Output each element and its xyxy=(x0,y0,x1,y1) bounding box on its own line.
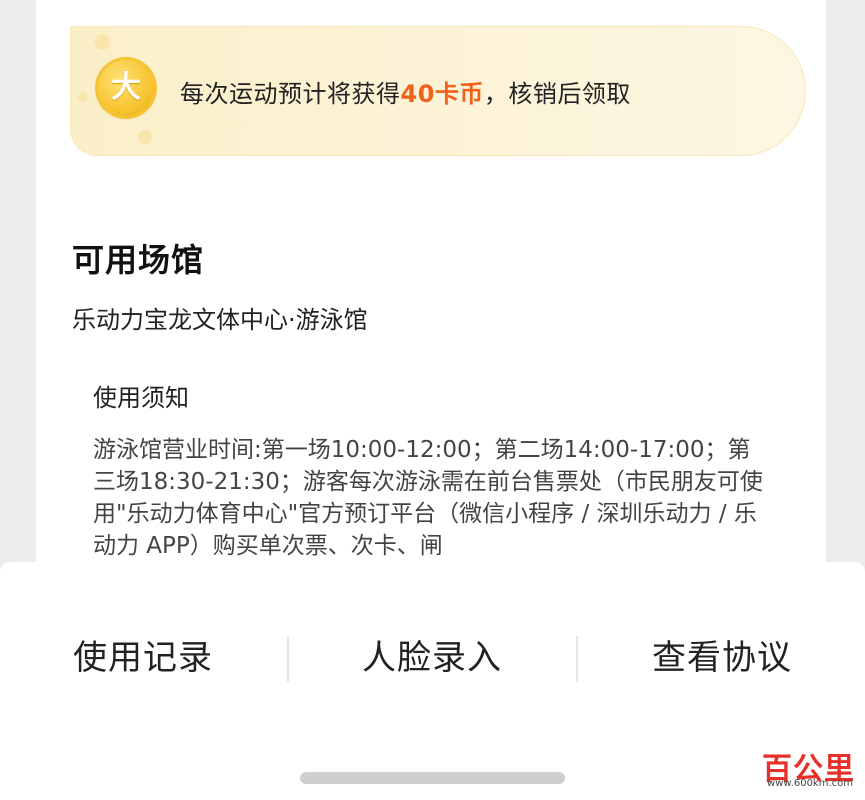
reward-amount: 40卡币 xyxy=(400,80,484,108)
coin-icon: 大 xyxy=(98,60,154,116)
bottom-action-sheet: 使用记录 人脸录入 查看协议 百公里 www.600km.com xyxy=(0,562,865,800)
reward-text: 每次运动预计将获得40卡币，核销后领取 xyxy=(180,74,631,109)
watermark: 百公里 www.600km.com xyxy=(729,744,859,794)
decor-bubble xyxy=(138,130,152,144)
available-venues-title: 可用场馆 xyxy=(72,241,205,279)
action-bar: 使用记录 人脸录入 查看协议 xyxy=(0,628,865,688)
reward-text-suffix: ，核销后领取 xyxy=(483,80,631,108)
reward-text-prefix: 每次运动预计将获得 xyxy=(180,80,401,108)
watermark-url: www.600km.com xyxy=(767,778,853,789)
usage-notice-title: 使用须知 xyxy=(93,384,189,412)
venue-name: 乐动力宝龙文体中心·游泳馆 xyxy=(72,306,368,334)
action-divider xyxy=(287,636,289,682)
action-divider xyxy=(576,636,578,682)
decor-bubble xyxy=(94,34,110,50)
usage-notice-body: 游泳馆营业时间:第一场10:00-12:00；第二场14:00-17:00；第三… xyxy=(93,437,763,559)
coin-glyph: 大 xyxy=(111,70,141,105)
face-enroll-button[interactable]: 人脸录入 xyxy=(362,628,502,688)
reward-banner: 大 每次运动预计将获得40卡币，核销后领取 xyxy=(70,26,806,156)
usage-records-button[interactable]: 使用记录 xyxy=(73,628,213,688)
view-agreement-button[interactable]: 查看协议 xyxy=(652,628,792,688)
home-indicator[interactable] xyxy=(300,772,565,784)
decor-bubble xyxy=(78,92,88,102)
